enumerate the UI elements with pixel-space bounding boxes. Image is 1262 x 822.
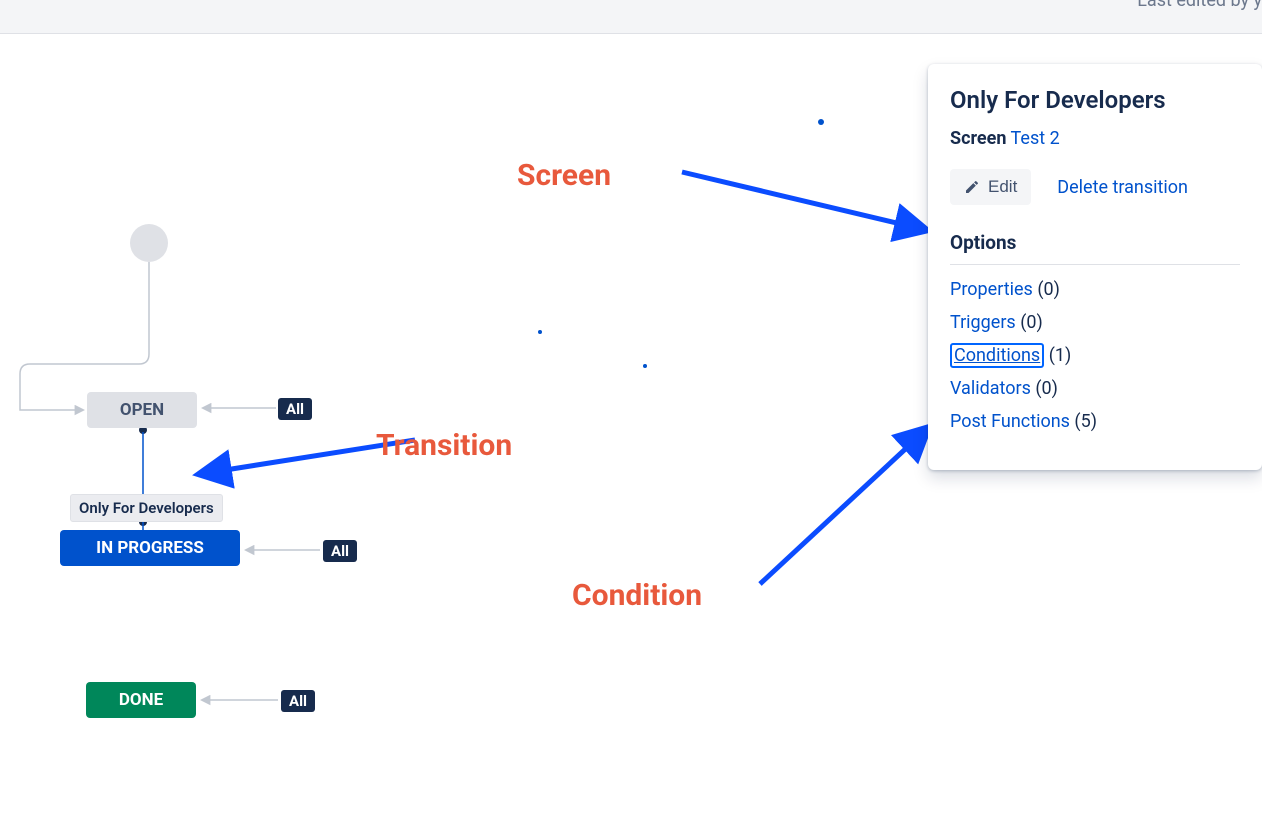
delete-transition-link[interactable]: Delete transition [1057, 177, 1188, 198]
option-count: (5) [1074, 411, 1097, 432]
screen-label: Screen [950, 128, 1006, 149]
transition-details-panel: Only For Developers Screen Test 2 Edit D… [928, 64, 1262, 470]
option-count: (0) [1037, 279, 1060, 300]
panel-title: Only For Developers [950, 86, 1240, 114]
top-bar: Last edited by y [0, 0, 1262, 34]
status-in-progress[interactable]: IN PROGRESS [60, 530, 240, 566]
dot-icon [538, 330, 542, 334]
option-conditions[interactable]: Conditions (1) [950, 345, 1240, 366]
annotation-transition: Transition [376, 428, 512, 463]
option-validators[interactable]: Validators (0) [950, 378, 1240, 399]
panel-actions: Edit Delete transition [950, 169, 1240, 205]
options-header: Options [950, 231, 1240, 265]
workflow-canvas: OPEN Only For Developers IN PROGRESS DON… [0, 34, 1262, 822]
option-link[interactable]: Properties [950, 279, 1033, 300]
option-count: (1) [1049, 345, 1072, 366]
edit-button[interactable]: Edit [950, 169, 1031, 205]
status-done[interactable]: DONE [86, 682, 196, 718]
option-link[interactable]: Triggers [950, 312, 1016, 333]
option-count: (0) [1035, 378, 1058, 399]
option-triggers[interactable]: Triggers (0) [950, 312, 1240, 333]
all-transition-done[interactable]: All [281, 690, 315, 712]
edit-label: Edit [988, 177, 1017, 197]
option-post-functions[interactable]: Post Functions (5) [950, 411, 1240, 432]
option-link[interactable]: Validators [950, 378, 1031, 399]
status-open[interactable]: OPEN [87, 392, 197, 428]
screen-line: Screen Test 2 [950, 128, 1240, 149]
transition-only-for-developers[interactable]: Only For Developers [70, 494, 223, 522]
screen-link[interactable]: Test 2 [1011, 128, 1060, 149]
option-properties[interactable]: Properties (0) [950, 279, 1240, 300]
option-count: (0) [1020, 312, 1043, 333]
annotation-condition: Condition [572, 578, 702, 613]
dot-icon [818, 119, 824, 125]
options-list: Properties (0) Triggers (0) Conditions (… [950, 279, 1240, 432]
annotation-screen: Screen [517, 158, 611, 193]
dot-icon [643, 364, 647, 368]
option-link[interactable]: Post Functions [950, 411, 1070, 432]
last-edited-text: Last edited by y [1137, 0, 1262, 11]
all-transition-open[interactable]: All [278, 398, 312, 420]
option-link-conditions[interactable]: Conditions [950, 343, 1044, 368]
all-transition-progress[interactable]: All [323, 540, 357, 562]
start-node[interactable] [130, 224, 168, 262]
pencil-icon [964, 179, 980, 195]
